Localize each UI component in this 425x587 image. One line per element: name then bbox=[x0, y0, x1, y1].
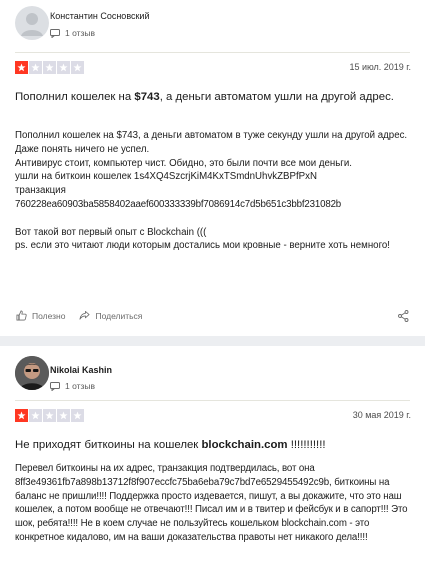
share-button[interactable]: Поделиться bbox=[79, 310, 142, 321]
review-actions: Полезно Поделиться bbox=[16, 310, 156, 321]
star-icon bbox=[43, 409, 56, 422]
star-icon bbox=[15, 409, 28, 422]
divider bbox=[15, 400, 410, 401]
review-paragraph: Перевел биткоины на их адрес, транзакция… bbox=[15, 463, 408, 543]
review-paragraph: Вот такой вот первый опыт с Blockchain (… bbox=[15, 226, 207, 238]
star-icon bbox=[29, 409, 42, 422]
reviewer-name[interactable]: Константин Сосновский bbox=[50, 11, 150, 21]
star-icon bbox=[43, 61, 56, 74]
review-card: Nikolai Kashin 1 отзыв 30 мая 2019 г. Не… bbox=[0, 346, 425, 587]
review-paragraph: ушли на биткоин кошелек 1s4XQ4SzcrjKiM4K… bbox=[15, 171, 317, 183]
avatar-photo bbox=[15, 356, 49, 390]
star-rating bbox=[15, 61, 84, 74]
review-date: 30 мая 2019 г. bbox=[352, 410, 411, 420]
review-paragraph: Пополнил кошелек на $743, а деньги автом… bbox=[15, 130, 408, 155]
review-paragraph: 760228ea60903ba5858402aaef600333339bf708… bbox=[15, 198, 342, 210]
share-network-icon[interactable] bbox=[398, 310, 409, 322]
star-icon bbox=[71, 409, 84, 422]
star-icon bbox=[29, 61, 42, 74]
review-title-amount: $743 bbox=[134, 91, 160, 103]
review-card: Константин Сосновский 1 отзыв 15 июл. 20… bbox=[0, 0, 425, 336]
share-icon bbox=[79, 310, 90, 320]
review-paragraph: Антивирус стоит, компьютер чист. Обидно,… bbox=[15, 157, 352, 169]
review-title[interactable]: Пополнил кошелек на $743, а деньги автом… bbox=[15, 90, 410, 105]
review-paragraph bbox=[15, 212, 415, 226]
review-body: Пополнил кошелек на $743, а деньги автом… bbox=[15, 129, 415, 253]
avatar[interactable] bbox=[15, 356, 49, 390]
review-separator bbox=[0, 336, 425, 346]
star-icon bbox=[57, 61, 70, 74]
review-title-link: blockchain.com bbox=[201, 439, 288, 451]
divider bbox=[15, 52, 410, 53]
star-icon bbox=[71, 61, 84, 74]
useful-label: Полезно bbox=[32, 310, 66, 321]
review-title[interactable]: Не приходят биткоины на кошелек blockcha… bbox=[15, 438, 410, 453]
reviewer-name[interactable]: Nikolai Kashin bbox=[50, 365, 112, 375]
thumbs-up-icon bbox=[16, 310, 27, 321]
review-count-icon bbox=[50, 381, 60, 391]
review-count-icon bbox=[50, 28, 60, 38]
review-paragraph: ps. если это читают люди которым достали… bbox=[15, 240, 390, 252]
review-title-part: , а деньги автоматом ушли на другой адре… bbox=[159, 91, 394, 103]
review-count: 1 отзыв bbox=[50, 28, 95, 38]
review-body: Перевел биткоины на их адрес, транзакция… bbox=[15, 462, 415, 545]
star-icon bbox=[15, 61, 28, 74]
star-rating bbox=[15, 409, 84, 422]
review-count-label: 1 отзыв bbox=[65, 28, 96, 38]
review-title-part: !!!!!!!!!!! bbox=[287, 439, 326, 451]
avatar[interactable] bbox=[15, 6, 49, 40]
review-title-part: Не приходят биткоины на кошелек bbox=[15, 439, 202, 451]
avatar-placeholder-icon bbox=[21, 13, 43, 36]
share-label: Поделиться bbox=[95, 310, 143, 321]
review-title-part: Пополнил кошелек на bbox=[15, 91, 135, 103]
useful-button[interactable]: Полезно bbox=[16, 310, 65, 321]
review-count-label: 1 отзыв bbox=[65, 381, 96, 391]
review-count: 1 отзыв bbox=[50, 381, 95, 391]
review-date: 15 июл. 2019 г. bbox=[349, 62, 411, 72]
star-icon bbox=[57, 409, 70, 422]
review-paragraph: транзакция bbox=[15, 185, 66, 197]
